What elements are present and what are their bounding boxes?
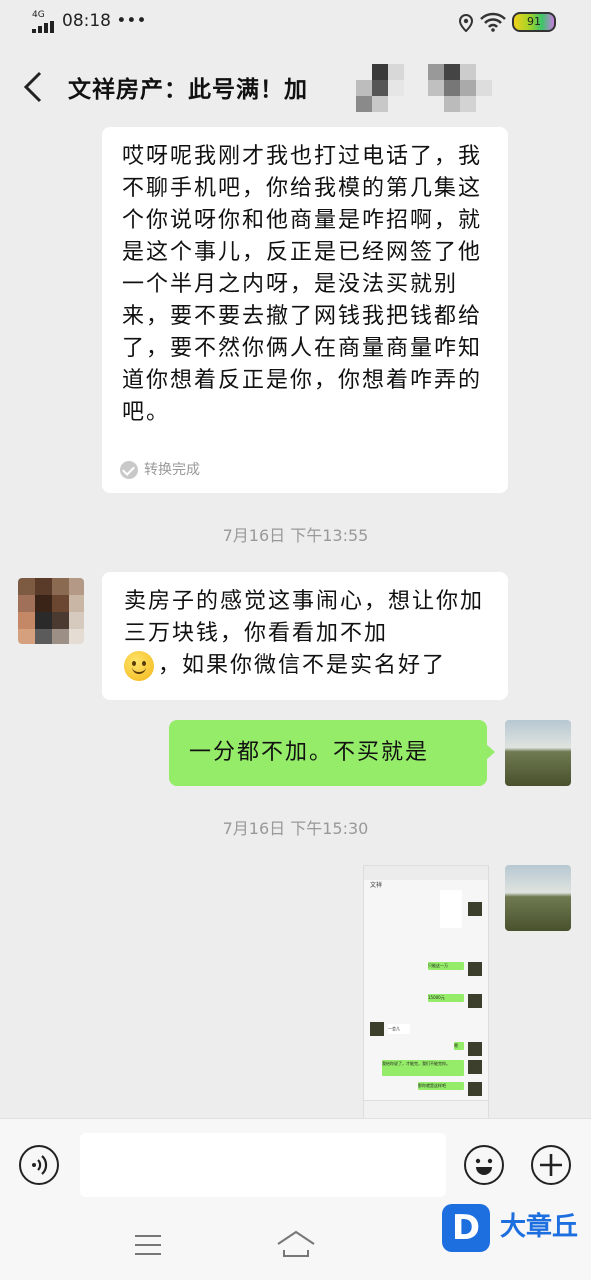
incoming-message-text: 卖房子的感觉这事闹心，想让你加三万块钱，你看看加不加 ，如果你微信不是实名好了 — [124, 586, 492, 682]
thumb-line: 一会儿 — [388, 1024, 410, 1034]
location-icon — [458, 14, 474, 32]
thumb-line: 只能这一万 — [428, 962, 464, 970]
my-avatar[interactable] — [505, 720, 571, 786]
slightly-smiling-face-icon — [124, 651, 154, 681]
image-message-thumbnail[interactable]: 文祥 只能这一万 15000元 一会儿 嗯 我给你说了，才能完，我们不能完你。 … — [363, 865, 489, 1119]
chat-title: 文祥房产：此号满！加 — [68, 77, 308, 103]
watermark-brand: 大章丘 — [500, 1212, 579, 1242]
voice-transcript-bubble[interactable]: 哎呀呢我刚才我也打过电话了，我不聊手机吧，你给我模的第几集这个你说呀你和他商量是… — [102, 127, 508, 493]
wifi-icon — [480, 12, 506, 32]
thumb-line: 那你就是这样吧 — [418, 1082, 464, 1090]
thumb-title: 文祥 — [370, 882, 383, 889]
check-circle-icon — [120, 461, 138, 479]
voice-input-button[interactable] — [19, 1145, 59, 1185]
my-avatar[interactable] — [505, 865, 571, 931]
status-bar: 4G 08:18 ••• 91 — [0, 0, 591, 44]
brand-logo-icon: D — [442, 1204, 490, 1252]
message-input[interactable] — [80, 1133, 446, 1197]
signal-icon — [32, 21, 56, 33]
incoming-message-bubble[interactable]: 卖房子的感觉这事闹心，想让你加三万块钱，你看看加不加 ，如果你微信不是实名好了 — [102, 572, 508, 700]
message-timestamp: 7月16日 下午15:30 — [222, 819, 369, 838]
voice-wave-icon — [32, 1155, 48, 1175]
convert-status: 转换完成 — [120, 459, 200, 479]
convert-status-label: 转换完成 — [144, 462, 200, 478]
plus-icon — [540, 1154, 562, 1176]
menu-icon[interactable] — [134, 1234, 162, 1256]
thumb-statusbar — [364, 866, 488, 880]
status-time: 08:18 ••• — [62, 11, 147, 31]
battery-icon: 91 — [512, 12, 556, 32]
more-functions-button[interactable] — [531, 1145, 571, 1185]
message-timestamp: 7月16日 下午13:55 — [222, 526, 369, 545]
back-arrow-icon[interactable] — [18, 70, 48, 104]
chat-header: 文祥房产：此号满！加 — [0, 44, 591, 128]
emoji-button[interactable] — [464, 1145, 504, 1185]
thumb-line: 15000元 — [428, 994, 464, 1002]
contact-avatar[interactable] — [18, 578, 84, 644]
watermark-logo: D 大章丘 — [442, 1196, 590, 1260]
outgoing-message-bubble[interactable]: 一分都不加。不买就是 — [169, 720, 495, 786]
home-icon[interactable] — [276, 1230, 316, 1258]
network-type: 4G — [32, 10, 45, 20]
thumb-line: 嗯 — [454, 1042, 464, 1050]
smiley-icon — [475, 1158, 493, 1175]
thumb-line: 我给你说了，才能完，我们不能完你。 — [382, 1060, 464, 1076]
voice-transcript-text: 哎呀呢我刚才我也打过电话了，我不聊手机吧，你给我模的第几集这个你说呀你和他商量是… — [122, 144, 483, 425]
thumb-inputbar — [364, 1100, 488, 1118]
